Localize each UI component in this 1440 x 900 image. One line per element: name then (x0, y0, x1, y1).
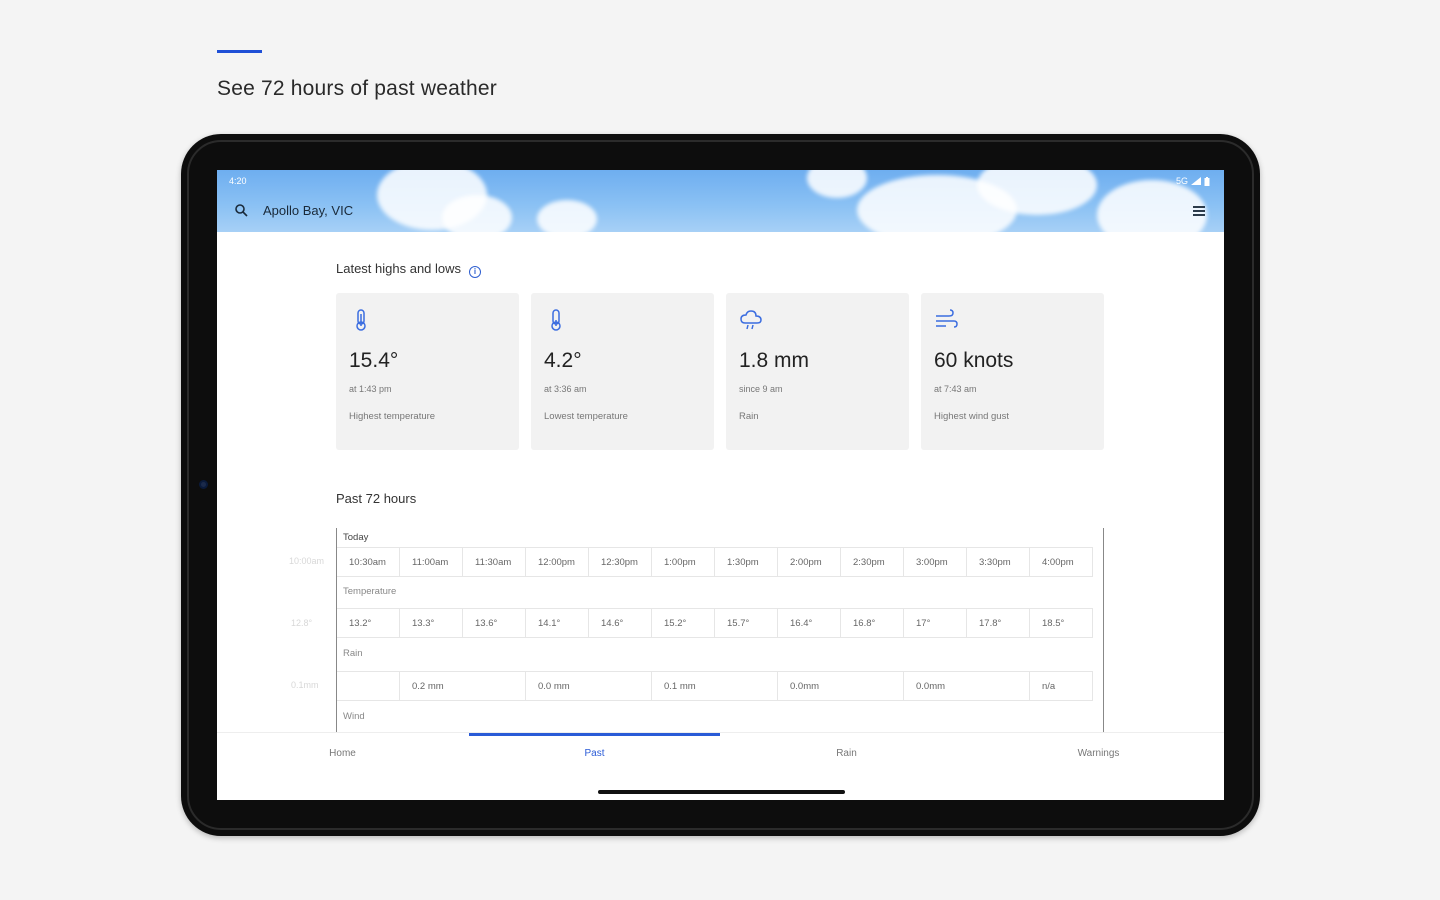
rain-cell: n/a (1030, 672, 1093, 700)
card-label: Rain (739, 411, 759, 422)
home-indicator[interactable] (598, 790, 845, 794)
highest-temperature-card[interactable]: 15.4° at 1:43 pm Highest temperature (336, 293, 519, 450)
rain-row: 0.2 mm 0.0 mm 0.1 mm 0.0mm 0.0mm n/a (337, 671, 1093, 701)
past-72-hours-table[interactable]: Today 10:30am 11:00am 11:30am 12:00pm 12… (336, 528, 1104, 738)
rain-cell: 0.2 mm (400, 672, 526, 700)
nav-past[interactable]: Past (469, 748, 720, 759)
search-icon[interactable] (234, 203, 248, 217)
status-icons: 5G (1176, 176, 1210, 186)
day-label: Today (343, 532, 369, 543)
rain-cell: 0.0 mm (526, 672, 652, 700)
time-cell: 2:00pm (778, 548, 841, 576)
card-value: 4.2° (544, 349, 582, 372)
time-cell: 12:30pm (589, 548, 652, 576)
time-cell: 12:00pm (526, 548, 589, 576)
card-time: at 7:43 am (934, 384, 977, 394)
rain-cell (337, 672, 400, 700)
rain-cell: 0.0mm (904, 672, 1030, 700)
info-icon[interactable]: i (469, 266, 482, 278)
temperature-cell: 13.3° (400, 609, 463, 637)
active-tab-indicator (469, 733, 720, 736)
time-row: 10:30am 11:00am 11:30am 12:00pm 12:30pm … (337, 547, 1093, 577)
time-cell: 1:30pm (715, 548, 778, 576)
rain-card[interactable]: 1.8 mm since 9 am Rain (726, 293, 909, 450)
card-value: 15.4° (349, 349, 399, 372)
headline-accent-line (217, 50, 262, 53)
temperature-cell: 16.8° (841, 609, 904, 637)
menu-icon[interactable] (1193, 206, 1205, 216)
lowest-temperature-card[interactable]: 4.2° at 3:36 am Lowest temperature (531, 293, 714, 450)
rain-cell: 0.1 mm (652, 672, 778, 700)
rain-cell: 0.0mm (778, 672, 904, 700)
temperature-cell: 13.6° (463, 609, 526, 637)
nav-rain[interactable]: Rain (721, 748, 972, 759)
time-cell: 10:30am (337, 548, 400, 576)
network-label: 5G (1175, 176, 1188, 186)
temperature-cell: 18.5° (1030, 609, 1093, 637)
rain-row-label: Rain (343, 648, 363, 659)
previous-time-label: 10:00am (289, 556, 325, 566)
thermometer-high-icon (356, 309, 366, 331)
time-cell: 2:30pm (841, 548, 904, 576)
app-screen: 4:20 5G Apollo Bay, VIC Latest highs and… (217, 170, 1224, 800)
temperature-cell: 16.4° (778, 609, 841, 637)
signal-icon (1191, 177, 1201, 185)
time-cell: 11:30am (463, 548, 526, 576)
previous-rain-label: 0.1mm (291, 680, 319, 690)
card-value: 60 knots (934, 349, 1014, 372)
rain-cloud-icon (740, 310, 762, 330)
battery-icon (1204, 176, 1210, 186)
time-cell: 4:00pm (1030, 548, 1093, 576)
card-label: Lowest temperature (544, 411, 628, 422)
bottom-navigation: Home Past Rain Warnings (217, 732, 1224, 800)
temperature-cell: 13.2° (337, 609, 400, 637)
status-time: 4:20 (229, 176, 247, 186)
temperature-cell: 15.2° (652, 609, 715, 637)
temperature-cell: 14.1° (526, 609, 589, 637)
temperature-cell: 17° (904, 609, 967, 637)
temperature-cell: 15.7° (715, 609, 778, 637)
location-search-field[interactable]: Apollo Bay, VIC (263, 203, 353, 218)
nav-warnings[interactable]: Warnings (973, 748, 1224, 759)
wind-icon (936, 309, 958, 328)
previous-temp-label: 12.8° (291, 618, 313, 628)
temperature-cell: 17.8° (967, 609, 1030, 637)
card-label: Highest wind gust (934, 411, 1009, 422)
highs-lows-heading: Latest highs and lows i (336, 261, 482, 278)
camera-icon (199, 480, 208, 489)
time-cell: 3:30pm (967, 548, 1030, 576)
promo-headline: See 72 hours of past weather (217, 77, 497, 100)
card-time: at 1:43 pm (349, 384, 392, 394)
time-cell: 1:00pm (652, 548, 715, 576)
past-72-hours-title: Past 72 hours (336, 491, 417, 506)
temperature-cell: 14.6° (589, 609, 652, 637)
nav-home[interactable]: Home (217, 748, 468, 759)
time-cell: 3:00pm (904, 548, 967, 576)
card-time: at 3:36 am (544, 384, 587, 394)
card-label: Highest temperature (349, 411, 436, 422)
temperature-row: 13.2° 13.3° 13.6° 14.1° 14.6° 15.2° 15.7… (337, 608, 1093, 638)
highs-lows-cards: 15.4° at 1:43 pm Highest temperature 4.2… (336, 293, 1104, 450)
card-value: 1.8 mm (739, 349, 810, 372)
temperature-row-label: Temperature (343, 586, 397, 597)
time-cell: 11:00am (400, 548, 463, 576)
thermometer-low-icon (551, 309, 561, 331)
highs-lows-title: Latest highs and lows (336, 261, 462, 276)
card-time: since 9 am (739, 384, 783, 394)
app-header: 4:20 5G Apollo Bay, VIC (217, 170, 1224, 232)
wind-row-label: Wind (343, 711, 365, 722)
highest-wind-gust-card[interactable]: 60 knots at 7:43 am Highest wind gust (921, 293, 1104, 450)
